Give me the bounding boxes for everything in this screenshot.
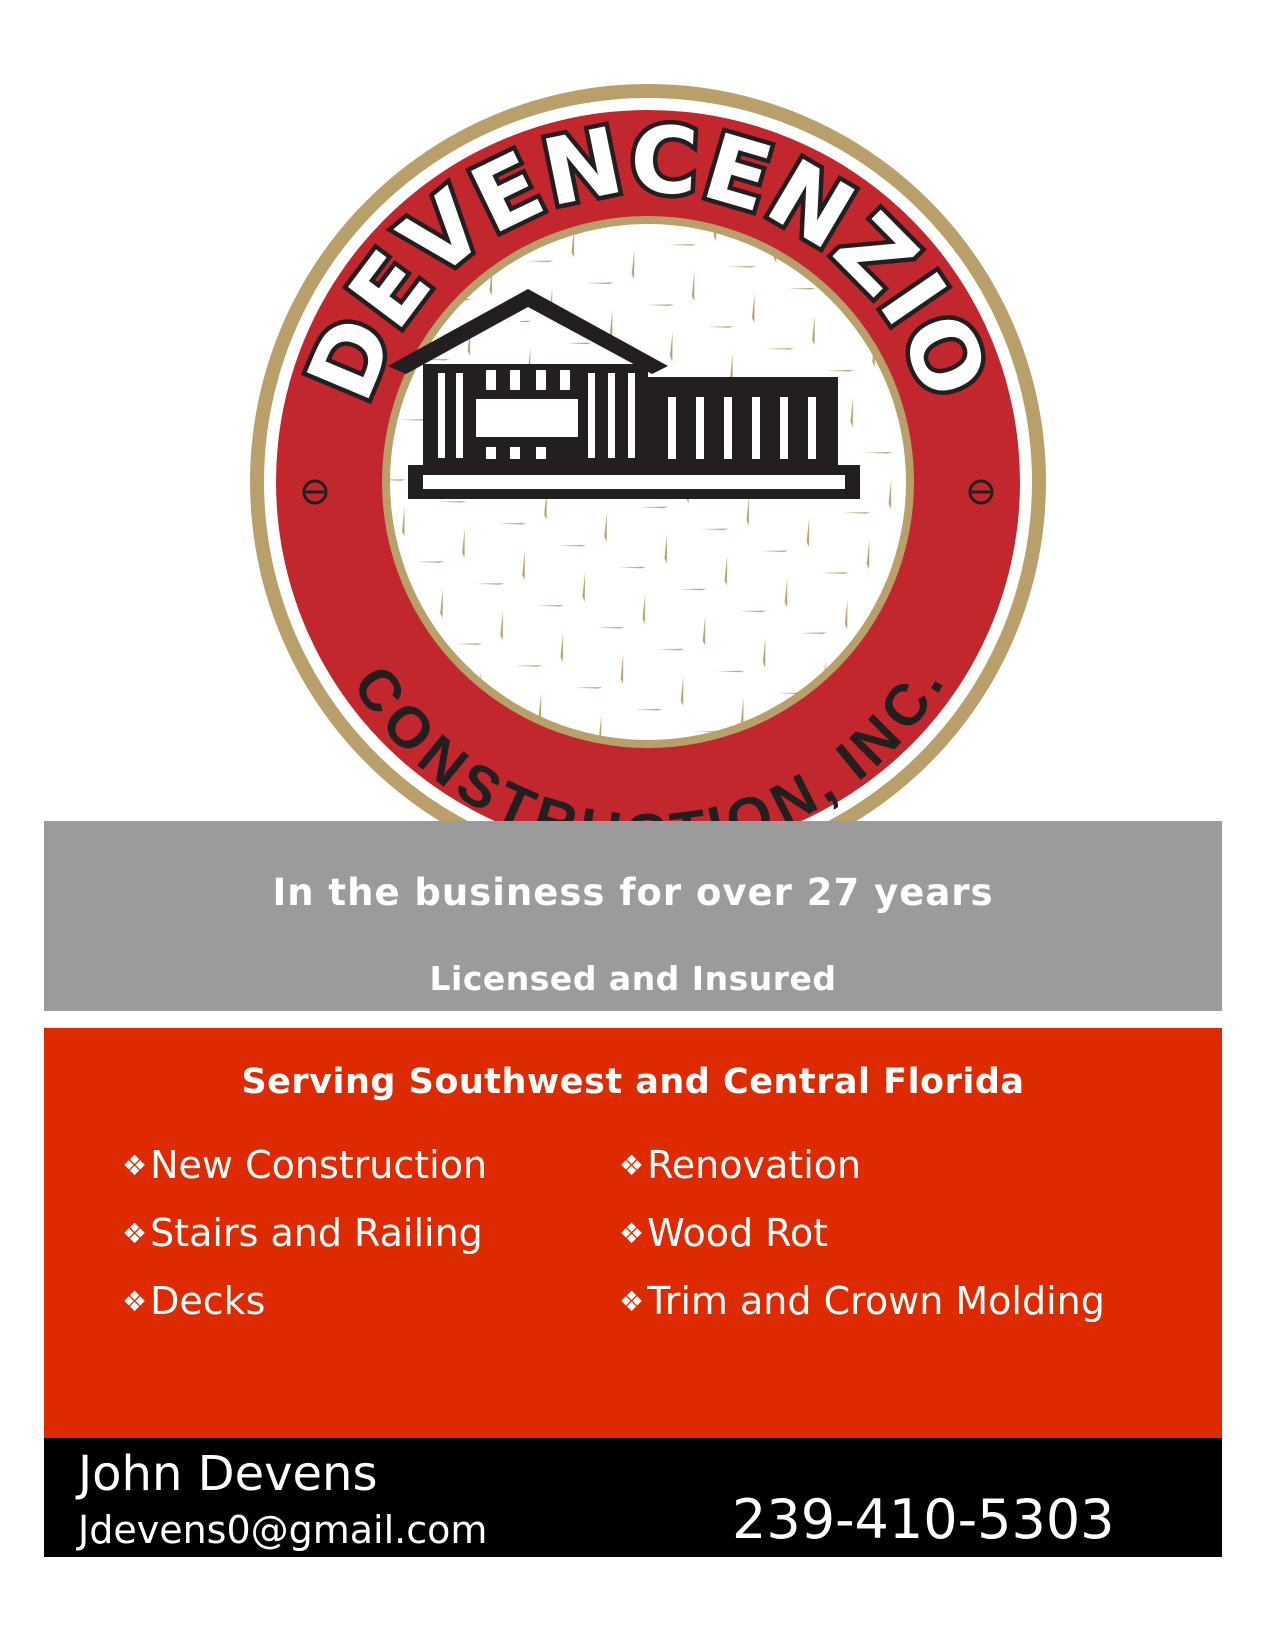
- diamond-bullet-icon: ❖: [619, 1149, 645, 1182]
- contact-email[interactable]: Jdevens0@gmail.com: [78, 1508, 487, 1552]
- license-tagline: Licensed and Insured: [429, 959, 837, 998]
- experience-tagline: In the business for over 27 years: [272, 871, 994, 914]
- list-item: ❖Trim and Crown Molding: [619, 1279, 1105, 1323]
- services-list-right: ❖Renovation ❖Wood Rot ❖Trim and Crown Mo…: [619, 1146, 1105, 1350]
- diamond-bullet-icon: ❖: [122, 1285, 148, 1318]
- services-list-left: ❖New Construction ❖Stairs and Railing ❖D…: [122, 1146, 487, 1350]
- diamond-bullet-icon: ❖: [619, 1285, 645, 1318]
- list-item: ❖Wood Rot: [619, 1211, 828, 1255]
- service-area-heading: Serving Southwest and Central Florida: [241, 1062, 1025, 1102]
- contact-bar: John Devens Jdevens0@gmail.com 239-410-5…: [44, 1438, 1222, 1557]
- diamond-bullet-icon: ❖: [619, 1217, 645, 1250]
- contact-name: John Devens: [78, 1446, 378, 1502]
- company-logo: DEVENCENZIO CONSTRUCTION, INC.: [248, 77, 1048, 880]
- list-item: ❖Renovation: [619, 1143, 862, 1187]
- diamond-bullet-icon: ❖: [122, 1217, 148, 1250]
- diamond-bullet-icon: ❖: [122, 1149, 148, 1182]
- list-item: ❖Decks: [122, 1279, 266, 1323]
- contact-phone[interactable]: 239-410-5303: [732, 1488, 1115, 1551]
- list-item: ❖Stairs and Railing: [122, 1211, 483, 1255]
- services-section: Serving Southwest and Central Florida ❖N…: [44, 1028, 1222, 1438]
- experience-banner: In the business for over 27 years Licens…: [44, 821, 1222, 1011]
- right-bolt-icon: [968, 479, 994, 505]
- logo-emblem: DEVENCENZIO CONSTRUCTION, INC.: [250, 84, 1046, 880]
- left-bolt-icon: [302, 479, 328, 505]
- list-item: ❖New Construction: [122, 1143, 488, 1187]
